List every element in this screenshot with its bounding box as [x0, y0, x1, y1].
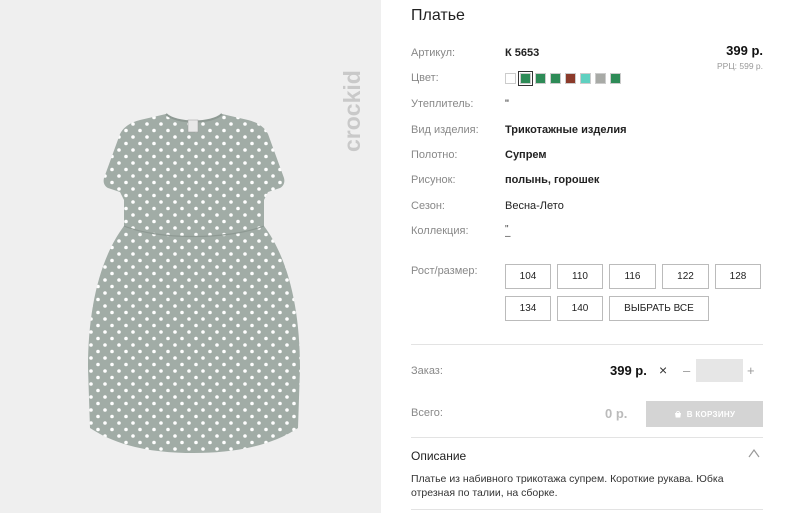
total-label: Всего: [411, 407, 443, 419]
crockid-logo: crockid [339, 70, 365, 152]
attr-value: Весна-Лето [505, 200, 564, 212]
quantity-input[interactable] [696, 359, 743, 382]
attr-article: Артикул: К 5653 [411, 47, 763, 63]
order-label: Заказ: [411, 365, 443, 377]
attr-label: Сезон: [411, 200, 445, 212]
product-photo [88, 113, 300, 453]
size-option-116[interactable]: 116 [609, 264, 656, 289]
attr-value: полынь, горошек [505, 174, 600, 186]
attr-label: Утеплитель: [411, 98, 474, 110]
color-swatch[interactable] [580, 73, 591, 84]
size-option-128[interactable]: 128 [715, 264, 761, 289]
attr-collection: Коллекция: [411, 225, 763, 241]
cart-icon [674, 410, 681, 418]
color-swatch[interactable] [565, 73, 576, 84]
color-swatch[interactable] [595, 73, 606, 84]
attr-value: Трикотажные изделия [505, 124, 627, 136]
size-option-134[interactable]: 134 [505, 296, 551, 321]
color-swatch[interactable] [535, 73, 546, 84]
attr-label: Артикул: [411, 47, 456, 59]
color-swatch-selected[interactable] [518, 71, 533, 86]
quantity-increase-button[interactable]: + [747, 363, 755, 378]
attr-label: Полотно: [411, 149, 458, 161]
attr-season: Сезон: Весна-Лето [411, 200, 763, 216]
color-swatch[interactable] [505, 73, 516, 84]
size-option-122[interactable]: 122 [662, 264, 709, 289]
attr-product-type: Вид изделия: Трикотажные изделия [411, 124, 763, 140]
select-all-sizes-button[interactable]: ВЫБРАТЬ ВСЕ [609, 296, 709, 321]
description-text: Платье из набивного трикотажа супрем. Ко… [411, 473, 724, 499]
attr-collection-value: " – [505, 224, 511, 242]
color-swatch[interactable] [610, 73, 621, 84]
size-option-140[interactable]: 140 [557, 296, 603, 321]
size-label: Рост/размер: [411, 265, 478, 277]
attr-label: Коллекция: [411, 225, 469, 237]
attr-label: Вид изделия: [411, 124, 479, 136]
size-option-110[interactable]: 110 [557, 264, 603, 289]
total-value: 0 р. [605, 406, 628, 421]
attr-value: " [505, 98, 509, 110]
attr-value: К 5653 [505, 47, 540, 59]
attr-insulation: Утеплитель: " [411, 98, 763, 114]
attr-label: Цвет: [411, 72, 439, 84]
product-image-panel: crockid [0, 0, 381, 513]
collapse-arrow-icon[interactable] [748, 448, 760, 458]
divider [411, 344, 763, 345]
color-swatches [505, 71, 621, 86]
product-title: Платье [411, 7, 465, 24]
quantity-decrease-button[interactable]: – [683, 363, 690, 378]
attr-label: Рисунок: [411, 174, 456, 186]
add-to-cart-button[interactable]: В КОРЗИНУ [646, 401, 763, 427]
attr-fabric: Полотно: Супрем [411, 149, 763, 165]
order-price: 399 р. [610, 363, 647, 378]
crockid-logo-text: crockid [339, 70, 365, 152]
divider [411, 437, 763, 438]
attr-value: Супрем [505, 149, 547, 161]
product-info: Платье 399 р. РРЦ: 599 р. Артикул: К 565… [411, 0, 767, 513]
divider [411, 509, 763, 510]
attr-pattern: Рисунок: полынь, горошек [411, 174, 763, 190]
size-option-104[interactable]: 104 [505, 264, 551, 289]
description-title[interactable]: Описание [411, 449, 466, 463]
times-icon: × [659, 362, 668, 378]
add-to-cart-label: В КОРЗИНУ [686, 409, 736, 419]
color-swatch[interactable] [550, 73, 561, 84]
